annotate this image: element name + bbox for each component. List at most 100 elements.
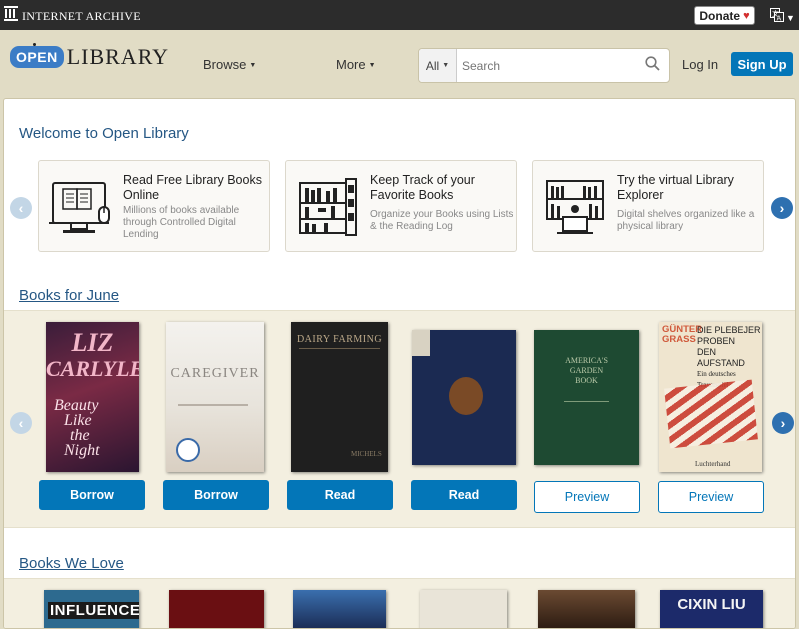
welcome-prev-arrow[interactable]: ‹: [10, 197, 32, 219]
login-link[interactable]: Log In: [682, 57, 718, 72]
borrow-button[interactable]: Borrow: [39, 480, 145, 510]
cover-ornament: [564, 390, 609, 402]
cover-text: GARDEN: [569, 366, 604, 375]
book-cover[interactable]: [169, 590, 264, 628]
cover-title: DAIRY FARMING: [296, 334, 383, 345]
more-label: More: [336, 57, 366, 72]
open-library-logo[interactable]: OPEN LIBRARY: [10, 44, 169, 70]
search-button[interactable]: [635, 49, 669, 82]
logo-open: OPEN: [10, 46, 64, 68]
internet-archive-label: INTERNET ARCHIVE: [22, 8, 141, 23]
library-explorer-icon: [543, 177, 607, 237]
cover-text: DEN AUFSTAND: [697, 347, 745, 368]
card-subtitle: Millions of books available through Cont…: [123, 205, 240, 240]
cover-label: [412, 330, 430, 356]
cover-text: BOOK: [575, 376, 598, 385]
cover-text: CARLYLE: [46, 356, 139, 381]
cover-emblem: [449, 377, 483, 415]
heart-icon: ♥: [743, 9, 750, 22]
borrow-button[interactable]: Borrow: [163, 480, 269, 510]
search-input[interactable]: [457, 58, 635, 73]
card-title: Read Free Library Books Online: [123, 173, 262, 202]
search-box: All ▼: [418, 48, 670, 83]
welcome-title: Welcome to Open Library: [19, 125, 189, 142]
cover-text: Beauty: [54, 397, 99, 414]
cover-text: Like: [64, 412, 92, 429]
language-icon: 文 A: [770, 8, 784, 27]
book-cover[interactable]: [420, 590, 507, 628]
site-header: OPEN LIBRARY Browse▼ More▼ All▼ Log In S…: [0, 30, 799, 98]
chevron-left-icon: ‹: [18, 415, 24, 431]
preview-button[interactable]: Preview: [658, 481, 764, 513]
read-button[interactable]: Read: [411, 480, 517, 510]
chevron-left-icon: ‹: [18, 200, 24, 216]
card-title: Keep Track of your Favorite Books: [370, 173, 475, 202]
logo-library: LIBRARY: [66, 44, 170, 69]
book-cover[interactable]: [412, 330, 516, 465]
cover-text: Ein deutsches: [697, 370, 736, 378]
cover-text: PROBEN: [697, 336, 736, 346]
card-subtitle: Digital shelves organized like a physica…: [617, 209, 755, 232]
internet-archive-bar: INTERNET ARCHIVE Donate ♥ 文 A ▼: [0, 0, 799, 30]
chevron-down-icon: ▼: [786, 12, 795, 23]
chevron-down-icon: ▼: [368, 62, 376, 70]
cover-author: CIXIN LIU: [677, 596, 746, 613]
chevron-down-icon: ▼: [442, 62, 450, 69]
donate-label: Donate: [699, 8, 741, 23]
donate-button[interactable]: Donate ♥: [694, 6, 755, 25]
cover-author: MICHELS: [351, 450, 382, 458]
preview-button[interactable]: Preview: [534, 481, 640, 513]
internet-archive-logo[interactable]: INTERNET ARCHIVE: [4, 6, 141, 26]
search-scope-label: All: [425, 58, 440, 73]
browse-menu[interactable]: Browse ▼: [203, 57, 256, 72]
book-cover[interactable]: DAIRY FARMING MICHELS: [291, 322, 388, 472]
welcome-card-read[interactable]: Read Free Library Books Online Millions …: [38, 160, 270, 252]
archive-building-icon: [4, 6, 18, 26]
svg-text:A: A: [777, 15, 782, 23]
bookshelf-icon: [296, 177, 360, 237]
book-cover[interactable]: INFLUENCE: [44, 590, 139, 628]
welcome-card-explorer[interactable]: Try the virtual Library Explorer Digital…: [532, 160, 764, 252]
books-we-love-title[interactable]: Books We Love: [19, 555, 124, 572]
more-menu[interactable]: More ▼: [336, 57, 376, 72]
language-selector[interactable]: 文 A ▼: [770, 8, 795, 27]
june-next-arrow[interactable]: ›: [772, 412, 794, 434]
book-cover[interactable]: GÜNTER GRASS DIE PLEBEJER PROBEN DEN AUF…: [659, 322, 762, 472]
cover-author: LIZ CARLYLE: [46, 330, 139, 382]
chevron-down-icon: ▼: [249, 62, 257, 70]
cover-artwork: [664, 379, 758, 449]
book-cover[interactable]: [538, 590, 635, 628]
cover-text: AMERICA'S: [565, 356, 608, 365]
card-subtitle: Organize your Books using Lists & the Re…: [370, 209, 514, 232]
chevron-right-icon: ›: [780, 415, 786, 431]
cover-text: LIZ: [71, 328, 114, 357]
book-cover[interactable]: LIZ CARLYLE Beauty Like the Night: [46, 322, 139, 472]
cover-text: the: [70, 427, 90, 444]
book-cover[interactable]: [293, 590, 386, 628]
book-cover[interactable]: AMERICA'S GARDEN BOOK: [534, 330, 639, 465]
cover-text: Night: [64, 442, 100, 459]
browse-label: Browse: [203, 57, 247, 72]
cover-title: INFLUENCE: [48, 602, 139, 619]
cover-title: CAREGIVER: [170, 366, 260, 381]
cover-figure: [178, 404, 248, 406]
library-stamp-icon: [176, 438, 200, 462]
book-cover[interactable]: CAREGIVER: [166, 322, 264, 472]
cover-title: AMERICA'S GARDEN BOOK: [534, 356, 639, 386]
cover-text: DIE PLEBEJER: [697, 325, 761, 335]
cover-publisher: Luchterhand: [695, 460, 731, 468]
book-cover[interactable]: CIXIN LIU: [660, 590, 763, 628]
search-icon: [644, 55, 660, 76]
search-scope-select[interactable]: All ▼: [419, 49, 457, 82]
card-title: Try the virtual Library Explorer: [617, 173, 734, 202]
cover-rule: [299, 348, 380, 349]
cover-subtitle: Beauty Like the Night: [54, 397, 100, 459]
signup-button[interactable]: Sign Up: [731, 52, 793, 76]
books-for-june-title[interactable]: Books for June: [19, 287, 119, 304]
welcome-card-track[interactable]: Keep Track of your Favorite Books Organi…: [285, 160, 517, 252]
read-button[interactable]: Read: [287, 480, 393, 510]
computer-reading-icon: [49, 177, 113, 237]
june-prev-arrow[interactable]: ‹: [10, 412, 32, 434]
main-content: Welcome to Open Library ‹ Read Free Libr…: [3, 98, 796, 629]
welcome-next-arrow[interactable]: ›: [771, 197, 793, 219]
